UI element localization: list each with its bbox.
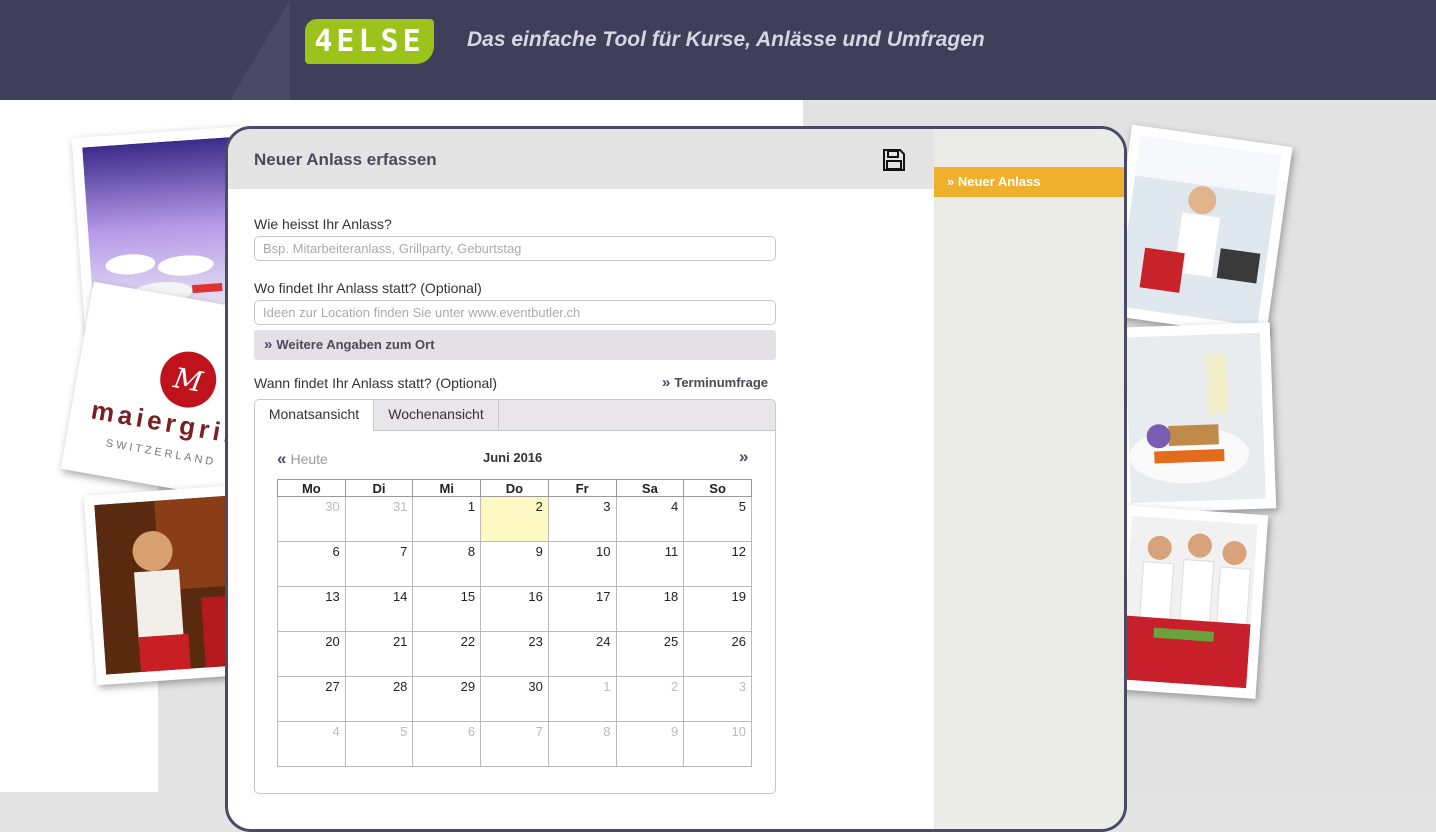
calendar-tabs: Monatsansicht Wochenansicht [255, 400, 775, 431]
calendar-day-other-month[interactable]: 3 [683, 676, 752, 722]
calendar-day-other-month[interactable]: 7 [480, 721, 549, 767]
card-header: Neuer Anlass erfassen [228, 129, 934, 189]
calendar-day-other-month[interactable]: 5 [344, 721, 414, 767]
calendar-day-other-month[interactable]: 9 [615, 721, 685, 767]
calendar-day-other-month[interactable]: 8 [547, 721, 617, 767]
date-label: Wann findet Ihr Anlass statt? (Optional) [254, 375, 498, 391]
floppy-disk-icon[interactable] [882, 148, 906, 172]
double-chevron-right-icon: » [662, 374, 671, 391]
weekday-mo: Mo [277, 479, 346, 497]
weekday-sa: Sa [615, 479, 685, 497]
calendar-day[interactable]: 14 [344, 586, 414, 632]
calendar-day-other-month[interactable]: 6 [412, 721, 482, 767]
calendar-day[interactable]: 11 [615, 541, 685, 587]
calendar-body: 30 31 1 2 3 4 5 6 7 8 9 10 11 12 13 14 15 16 17 18 19 20 21 22 2… [277, 496, 752, 767]
calendar-day[interactable]: 9 [480, 541, 549, 587]
calendar-day-other-month[interactable]: 2 [615, 676, 685, 722]
calendar-day[interactable]: 7 [344, 541, 414, 587]
calendar-month-title: Juni 2016 [483, 450, 543, 465]
event-name-label: Wie heisst Ihr Anlass? [254, 216, 392, 232]
waitress-serving-photo [1105, 124, 1293, 338]
calendar-day[interactable]: 15 [412, 586, 482, 632]
calendar-day-other-month[interactable]: 31 [344, 496, 414, 542]
calendar-day[interactable]: 18 [615, 586, 685, 632]
poll-link[interactable]: » Terminumfrage [662, 374, 768, 391]
app-tagline: Das einfache Tool für Kurse, Anlässe und… [467, 28, 985, 51]
weekday-header-row: Mo Di Mi Do Fr Sa So [277, 479, 752, 497]
event-form-card: Neuer Anlass erfassen » Neuer Anlass Wie… [225, 126, 1127, 832]
calendar-week-row: 13 14 15 16 17 18 19 [277, 586, 752, 632]
calendar-day-other-month[interactable]: 10 [683, 721, 752, 767]
calendar-week-row: 6 7 8 9 10 11 12 [277, 541, 752, 587]
calendar-day[interactable]: 23 [480, 631, 549, 677]
page-title: Neuer Anlass erfassen [254, 150, 437, 169]
calendar-day-other-month[interactable]: 30 [277, 496, 346, 542]
tab-monatsansicht[interactable]: Monatsansicht [255, 400, 374, 431]
calendar-day[interactable]: 19 [683, 586, 752, 632]
calendar-week-row: 27 28 29 30 1 2 3 [277, 676, 752, 722]
more-location-button[interactable]: » Weitere Angaben zum Ort [254, 330, 776, 360]
sidebar-item-neuer-anlass[interactable]: » Neuer Anlass [934, 167, 1124, 197]
calendar-day[interactable]: 5 [683, 496, 752, 542]
double-chevron-right-icon[interactable]: » [739, 447, 748, 467]
calendar-day[interactable]: 22 [412, 631, 482, 677]
double-chevron-right-icon: » [264, 336, 273, 353]
app-logo[interactable]: 4ELSE [305, 19, 434, 64]
calendar-day-other-month[interactable]: 1 [547, 676, 617, 722]
calendar-day[interactable]: 24 [547, 631, 617, 677]
more-location-label: Weitere Angaben zum Ort [276, 337, 435, 352]
calendar-day[interactable]: 4 [615, 496, 685, 542]
weekday-mi: Mi [412, 479, 482, 497]
sidebar: » Neuer Anlass [934, 129, 1124, 829]
weekday-di: Di [344, 479, 414, 497]
weekday-do: Do [480, 479, 549, 497]
calendar-day[interactable]: 10 [547, 541, 617, 587]
calendar-day[interactable]: 21 [344, 631, 414, 677]
event-name-input[interactable] [254, 236, 776, 261]
plated-dish-photo [1114, 322, 1277, 514]
calendar-prev-button[interactable]: «Heute [277, 449, 328, 469]
calendar-day[interactable]: 6 [277, 541, 346, 587]
calendar-grid: Mo Di Mi Do Fr Sa So 30 31 1 2 3 4 5 6 7 8 9 10 11 12… [277, 479, 752, 767]
calendar-week-row: 30 31 1 2 3 4 5 [277, 496, 752, 542]
location-input[interactable] [254, 300, 776, 325]
calendar-day[interactable]: 20 [277, 631, 346, 677]
poll-link-label: Terminumfrage [674, 375, 769, 390]
calendar-day[interactable]: 30 [480, 676, 549, 722]
calendar-day[interactable]: 29 [412, 676, 482, 722]
calendar-day[interactable]: 17 [547, 586, 617, 632]
calendar-day-today[interactable]: 2 [480, 496, 549, 542]
today-label: Heute [290, 451, 328, 467]
calendar-day[interactable]: 25 [615, 631, 685, 677]
double-chevron-left-icon: « [277, 449, 287, 468]
service-staff-photo [1109, 505, 1269, 699]
calendar-day[interactable]: 12 [683, 541, 752, 587]
weekday-so: So [683, 479, 752, 497]
calendar-panel: Monatsansicht Wochenansicht «Heute Juni … [254, 399, 776, 794]
calendar-day[interactable]: 27 [277, 676, 346, 722]
calendar-week-row: 20 21 22 23 24 25 26 [277, 631, 752, 677]
calendar-day[interactable]: 26 [683, 631, 752, 677]
calendar-day[interactable]: 1 [412, 496, 482, 542]
calendar-day[interactable]: 3 [547, 496, 617, 542]
calendar-day[interactable]: 13 [277, 586, 346, 632]
calendar-day[interactable]: 28 [344, 676, 414, 722]
weekday-fr: Fr [547, 479, 617, 497]
location-label: Wo findet Ihr Anlass statt? (Optional) [254, 280, 482, 296]
tab-wochenansicht[interactable]: Wochenansicht [374, 400, 499, 430]
calendar-week-row: 4 5 6 7 8 9 10 [277, 721, 752, 767]
calendar-day-other-month[interactable]: 4 [277, 721, 346, 767]
calendar-day[interactable]: 16 [480, 586, 549, 632]
header-shade [230, 0, 290, 100]
header-bar: 4ELSE Das einfache Tool für Kurse, Anläs… [0, 0, 1436, 100]
calendar-day[interactable]: 8 [412, 541, 482, 587]
